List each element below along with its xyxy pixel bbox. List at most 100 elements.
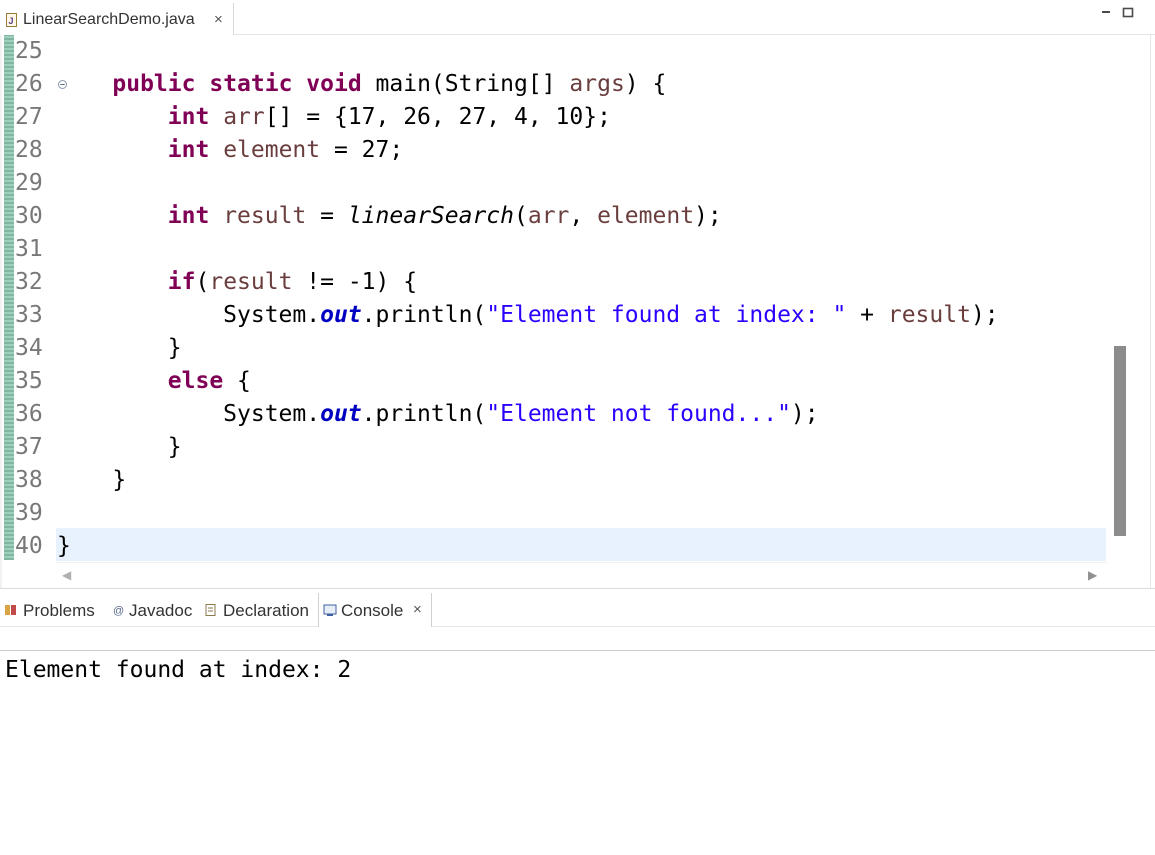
line-number: 25	[15, 38, 43, 64]
code-token: = 27;	[320, 137, 404, 163]
code-token: {	[223, 368, 251, 394]
horizontal-scrollbar[interactable]	[56, 562, 1108, 587]
code-token: [] = {17, 26, 27, 4, 10};	[264, 104, 611, 130]
close-icon[interactable]: ×	[413, 601, 422, 618]
code-line[interactable]: }	[57, 431, 182, 464]
tab-javadoc[interactable]: @ Javadoc	[107, 593, 197, 627]
tab-label: Javadoc	[129, 601, 193, 620]
line-number: 26	[15, 71, 43, 97]
line-number: 28	[15, 137, 43, 163]
code-token-kw: if	[167, 269, 196, 295]
code-token-fld: out	[320, 302, 362, 328]
code-line[interactable]: }	[57, 464, 126, 497]
code-line[interactable]: System.out.println("Element found at ind…	[57, 299, 999, 332]
code-token: }	[57, 533, 71, 559]
code-token: =	[306, 203, 348, 229]
scroll-right-icon[interactable]: ▶	[1088, 568, 1097, 582]
code-token: .println(	[361, 302, 487, 328]
code-line[interactable]: if(result != -1) {	[57, 266, 417, 299]
code-line[interactable]: int element = 27;	[57, 134, 403, 167]
code-token: ) {	[624, 71, 667, 97]
code-token: System.	[57, 302, 321, 328]
code-line[interactable]: System.out.println("Element not found...…	[57, 398, 819, 431]
javadoc-icon: @	[113, 605, 124, 617]
code-token: );	[790, 401, 819, 427]
code-token: +	[846, 302, 888, 328]
code-token-str: "Element found at index: "	[486, 302, 847, 328]
code-token-var: arr	[223, 104, 265, 130]
tab-console[interactable]: Console ×	[318, 593, 432, 627]
code-text[interactable]: public static void main(String[] args) {…	[57, 35, 1107, 560]
code-token-fld: out	[320, 401, 362, 427]
scroll-left-icon[interactable]: ◀	[62, 568, 71, 582]
editor-tab-bar: J LinearSearchDemo.java ×	[0, 0, 1155, 35]
tab-declaration[interactable]: Declaration	[200, 593, 316, 627]
code-token: ,	[569, 203, 598, 229]
svg-text:J: J	[9, 16, 14, 26]
editor-left-border	[0, 35, 2, 588]
console-icon	[323, 604, 337, 616]
code-token-kw: int	[167, 137, 210, 163]
code-token: main(String[]	[361, 71, 570, 97]
editor-divider	[0, 588, 1155, 589]
line-number: 37	[15, 434, 43, 460]
code-token: );	[694, 203, 722, 229]
declaration-icon	[205, 604, 216, 616]
code-line[interactable]: public static void main(String[] args) {	[57, 68, 666, 101]
code-token: }	[57, 467, 127, 493]
maximize-icon[interactable]	[1120, 4, 1136, 20]
code-token: (	[195, 269, 210, 295]
code-token-var: element	[223, 137, 321, 163]
line-number: 34	[15, 335, 43, 361]
code-token-kw: else	[167, 368, 224, 394]
code-token-kw: static	[209, 71, 293, 97]
line-number: 27	[15, 104, 43, 130]
code-token: .println(	[361, 401, 487, 427]
code-token: System.	[57, 401, 321, 427]
minimize-icon[interactable]	[1098, 4, 1114, 20]
code-token: );	[970, 302, 999, 328]
code-token-kw: void	[306, 71, 362, 97]
code-line[interactable]: }	[57, 332, 182, 365]
code-token-kw: public	[112, 71, 196, 97]
line-number: 33	[15, 302, 43, 328]
code-token-var: args	[569, 71, 625, 97]
code-token-var: arr	[527, 203, 570, 229]
code-token: }	[57, 335, 182, 361]
code-token-var: result	[223, 203, 307, 229]
line-number-ruler: 25 26 27 28 29 30 31 32 33 34 35 36 37 38 39 40	[15, 35, 67, 560]
code-line[interactable]: else {	[57, 365, 251, 398]
line-number: 38	[15, 467, 43, 493]
tab-label: Console	[341, 601, 404, 620]
tab-problems[interactable]: Problems	[0, 593, 104, 627]
code-token-str: "Element not found..."	[486, 401, 791, 427]
line-number: 39	[15, 500, 43, 526]
problems-icon	[5, 605, 16, 615]
code-token-kw: int	[167, 203, 210, 229]
line-number: 31	[15, 236, 43, 262]
code-token: }	[57, 434, 182, 460]
close-icon[interactable]: ×	[214, 11, 223, 28]
code-line[interactable]: }	[57, 530, 71, 563]
code-token: != -1) {	[292, 269, 418, 295]
line-number: 29	[15, 170, 43, 196]
code-line[interactable]: int result = linearSearch(arr, element);	[57, 200, 722, 233]
line-number: 40	[15, 533, 43, 559]
panel-tab-bar: Problems @ Javadoc Declaration Console ×	[0, 593, 1155, 627]
console-output[interactable]: Element found at index: 2	[5, 654, 351, 687]
vertical-scrollbar-thumb[interactable]	[1114, 346, 1126, 536]
editor-tab-linearsearchdemo[interactable]: J LinearSearchDemo.java ×	[0, 3, 234, 35]
code-line[interactable]: int arr[] = {17, 26, 27, 4, 10};	[57, 101, 611, 134]
code-token: (	[514, 203, 528, 229]
